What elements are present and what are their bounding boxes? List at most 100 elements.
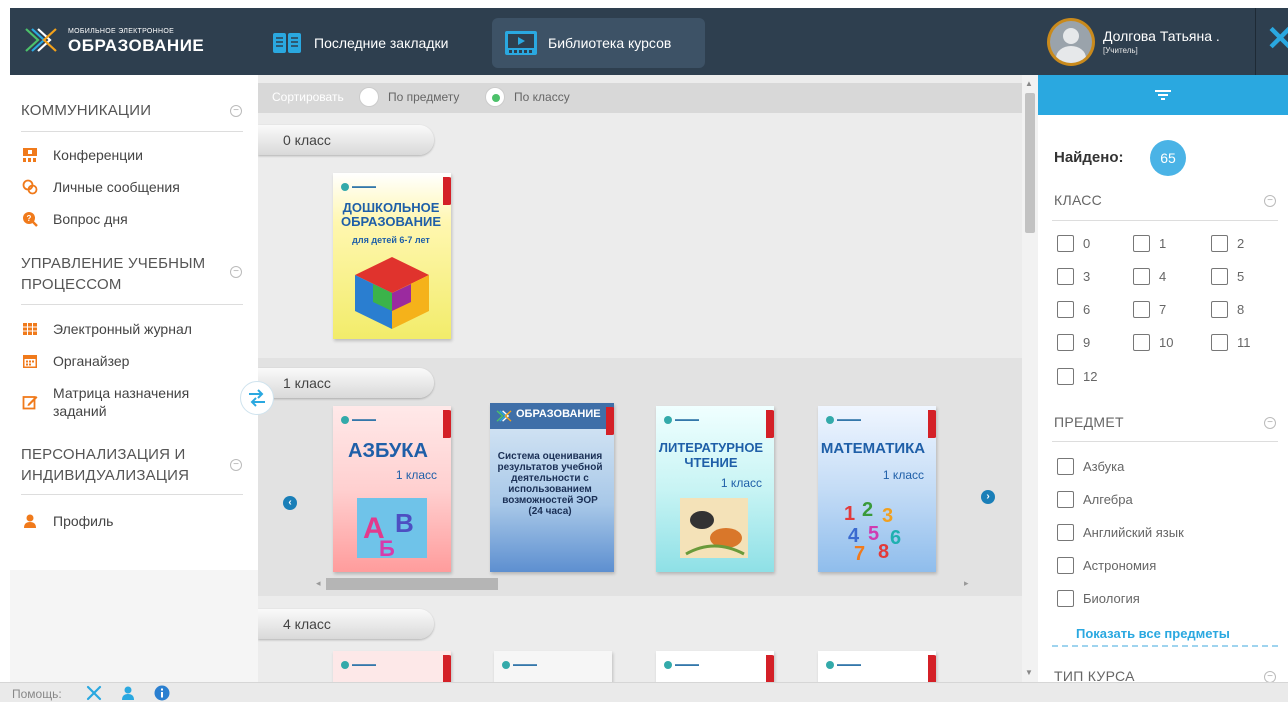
sort-by-class-radio[interactable] [485, 87, 505, 107]
video-library-icon [504, 30, 538, 56]
publisher-logo: ▬▬▬▬ [502, 661, 537, 669]
course-card[interactable]: ОБРАЗОВАНИЕ Система оценивания результат… [490, 403, 614, 572]
class-checkbox[interactable]: 8 [1211, 301, 1244, 318]
sidebar-item-task-matrix[interactable]: Матрица назначения заданий [22, 384, 237, 420]
subject-checkbox[interactable]: Английский язык [1057, 524, 1184, 541]
carousel-prev-icon[interactable]: ‹ [283, 496, 297, 510]
sidebar-item-label: Электронный журнал [53, 321, 192, 337]
scroll-up-icon[interactable]: ▲ [1025, 79, 1033, 88]
subject-checkbox[interactable]: Биология [1057, 590, 1140, 607]
user-name[interactable]: Долгова Татьяна . [1103, 28, 1220, 44]
class-checkbox[interactable]: 7 [1133, 301, 1166, 318]
filter-header[interactable] [1038, 75, 1288, 115]
course-card[interactable]: ▬▬▬▬ МАТЕМАТИКА 1 класс 123 456 78 [818, 406, 936, 572]
subject-checkbox[interactable]: Алгебра [1057, 491, 1133, 508]
toggle-sidebar-icon[interactable] [240, 381, 274, 415]
vertical-scroll-thumb[interactable] [1025, 93, 1035, 233]
horizontal-scroll-thumb[interactable] [326, 578, 498, 590]
course-subtitle: для детей 6-7 лет [352, 235, 430, 245]
class-checkbox[interactable]: 5 [1211, 268, 1244, 285]
filter-panel: Найдено: 65 КЛАСС − 0 1 2 3 4 5 6 7 8 9 … [1038, 75, 1288, 682]
subject-checkbox[interactable]: Азбука [1057, 458, 1124, 475]
sidebar-item-messages[interactable]: Личные сообщения [22, 178, 180, 196]
sidebar-item-label: Матрица назначения заданий [53, 385, 190, 419]
course-card[interactable]: ▬▬▬▬ АЗБУКА 1 класс А В Б [333, 406, 451, 572]
logo-title: ОБРАЗОВАНИЕ [68, 36, 205, 55]
course-subtitle: Система оценивания результатов учебной д… [497, 451, 603, 517]
course-card[interactable]: ▬▬▬▬ ДОШКОЛЬНОЕ ОБРАЗОВАНИЕ для детей 6-… [333, 173, 451, 339]
tools-icon[interactable] [86, 685, 102, 701]
class-checkbox[interactable]: 9 [1057, 334, 1090, 351]
collapse-icon[interactable]: − [1264, 671, 1276, 682]
class-checkbox[interactable]: 0 [1057, 235, 1090, 252]
sidebar-section-personalization[interactable]: ПЕРСОНАЛИЗАЦИЯ И ИНДИВИДУАЛИЗАЦИЯ [21, 444, 221, 486]
collapse-icon[interactable]: − [1264, 195, 1276, 207]
support-user-icon[interactable] [120, 685, 136, 701]
class-checkbox[interactable]: 2 [1211, 235, 1244, 252]
course-library-button[interactable]: Библиотека курсов [492, 18, 705, 68]
course-subtitle: 1 класс [720, 476, 762, 490]
course-subtitle: 1 класс [882, 468, 924, 482]
publisher-logo: ▬▬▬▬ [664, 416, 699, 424]
class-checkbox[interactable]: 11 [1211, 334, 1251, 351]
close-icon[interactable]: ✕ [1266, 22, 1288, 56]
found-label: Найдено: [1054, 149, 1124, 166]
sidebar-item-profile[interactable]: Профиль [22, 512, 113, 530]
filter-course-type-title[interactable]: ТИП КУРСА [1054, 668, 1135, 682]
class-checkbox[interactable]: 1 [1133, 235, 1166, 252]
course-card[interactable]: ▬▬▬▬ [333, 651, 451, 682]
bookmark-ribbon [606, 407, 614, 435]
course-card[interactable]: ▬▬▬▬ [656, 651, 774, 682]
publisher-logo: ▬▬▬▬ [664, 661, 699, 669]
class-checkbox[interactable]: 4 [1133, 268, 1166, 285]
collapse-icon[interactable]: − [1264, 417, 1276, 429]
recent-bookmarks-button[interactable]: Последние закладки [258, 18, 460, 68]
sort-by-subject-label[interactable]: По предмету [388, 90, 459, 104]
sort-by-subject-radio[interactable] [359, 87, 379, 107]
sidebar-section-learning-management[interactable]: УПРАВЛЕНИЕ УЧЕБНЫМ ПРОЦЕССОМ [21, 253, 211, 295]
carousel-next-icon[interactable]: › [981, 490, 995, 504]
publisher-logo: ▬▬▬▬ [826, 661, 861, 669]
bookmark-ribbon [443, 655, 451, 682]
avatar[interactable] [1047, 18, 1095, 66]
sidebar-item-journal[interactable]: Электронный журнал [22, 320, 192, 338]
sidebar-section-communications[interactable]: КОММУНИКАЦИИ [21, 100, 151, 121]
course-card[interactable]: ▬▬▬▬ [494, 651, 612, 682]
course-card[interactable]: ▬▬▬▬ [818, 651, 936, 682]
course-title: АЗБУКА [348, 440, 428, 462]
show-all-subjects-link[interactable]: Показать все предметы [1076, 626, 1230, 641]
subject-checkbox[interactable]: Астрономия [1057, 557, 1156, 574]
scroll-down-icon[interactable]: ▼ [1025, 668, 1033, 677]
scroll-right-icon[interactable]: ▸ [964, 578, 969, 589]
publisher-logo: ▬▬▬▬ [341, 183, 376, 191]
collapse-icon[interactable]: − [230, 266, 242, 278]
sidebar: КОММУНИКАЦИИ − Конференции Личные сообще… [10, 75, 258, 570]
svg-text:7: 7 [854, 543, 865, 560]
class-group-header[interactable]: 0 класс [258, 125, 434, 155]
logo-icon [496, 410, 512, 422]
sidebar-empty-area [10, 570, 258, 682]
class-group-header[interactable]: 4 класс [258, 609, 434, 639]
class-checkbox[interactable]: 6 [1057, 301, 1090, 318]
class-checkbox[interactable]: 3 [1057, 268, 1090, 285]
course-card[interactable]: ▬▬▬▬ ЛИТЕРАТУРНОЕ ЧТЕНИЕ 1 класс [656, 406, 774, 572]
sidebar-item-label: Личные сообщения [53, 179, 180, 195]
sidebar-item-organizer[interactable]: Органайзер [22, 352, 129, 370]
filter-subject-title[interactable]: ПРЕДМЕТ [1054, 414, 1124, 430]
class-checkbox[interactable]: 10 [1133, 334, 1173, 351]
edit-icon [22, 396, 38, 410]
divider [21, 494, 243, 495]
collapse-icon[interactable]: − [230, 105, 242, 117]
sidebar-item-question-of-day[interactable]: ? Вопрос дня [22, 210, 128, 228]
help-label: Помощь: [12, 687, 62, 701]
info-icon[interactable] [154, 685, 170, 701]
logo-icon [25, 28, 57, 52]
class-checkbox[interactable]: 12 [1057, 368, 1097, 385]
sort-by-class-label[interactable]: По классу [514, 90, 570, 104]
sidebar-item-conferences[interactable]: Конференции [22, 146, 143, 164]
class-group-header[interactable]: 1 класс [258, 368, 434, 398]
filter-class-title[interactable]: КЛАСС [1054, 192, 1102, 208]
scroll-left-icon[interactable]: ◂ [316, 578, 321, 589]
cubes-image [355, 257, 429, 329]
collapse-icon[interactable]: − [230, 459, 242, 471]
